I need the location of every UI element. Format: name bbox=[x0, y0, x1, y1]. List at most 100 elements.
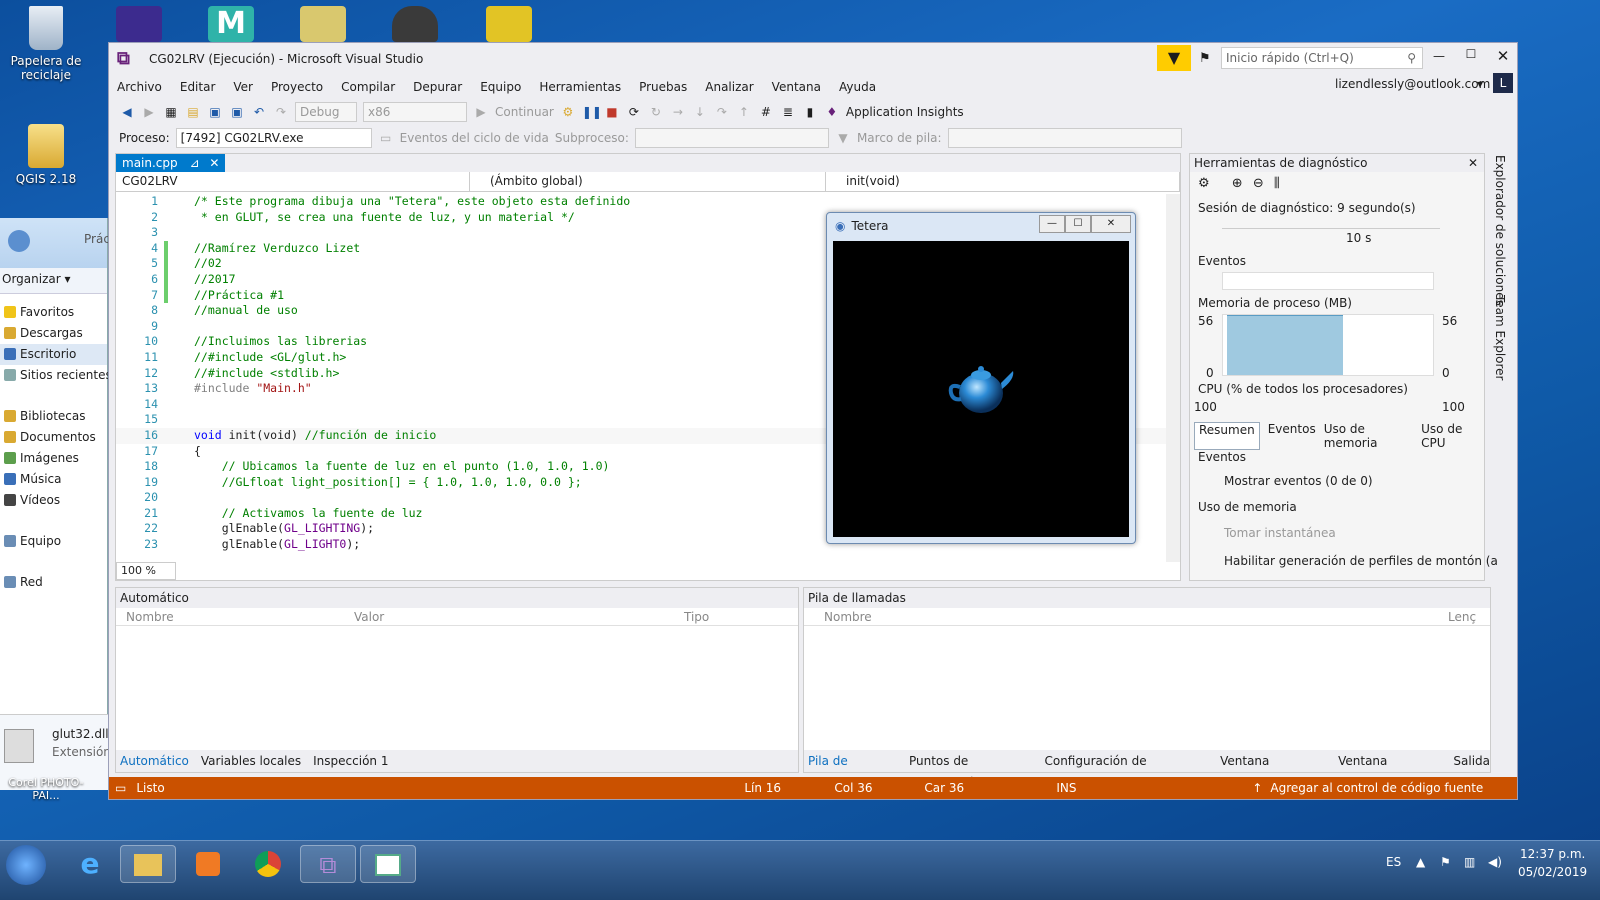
nav-item-bibliotecas[interactable]: Bibliotecas bbox=[0, 406, 107, 427]
tab-main-cpp[interactable]: main.cpp ⊿ ✕ bbox=[116, 154, 226, 172]
platform-select[interactable]: x86 bbox=[363, 102, 467, 122]
save-all-icon[interactable]: ▣ bbox=[229, 104, 245, 120]
menu-editar[interactable]: Editar bbox=[180, 80, 216, 94]
minimize-button[interactable]: — bbox=[1429, 49, 1449, 63]
menu-analizar[interactable]: Analizar bbox=[705, 80, 753, 94]
zoom-out-icon[interactable]: ⊖ bbox=[1253, 176, 1264, 191]
app-icon-partial[interactable] bbox=[486, 6, 532, 42]
back-icon[interactable]: ◀ bbox=[119, 104, 135, 120]
tab-inspeccion[interactable]: Inspección 1 bbox=[313, 750, 388, 772]
menu-ver[interactable]: Ver bbox=[233, 80, 253, 94]
maximize-button[interactable]: ☐ bbox=[1461, 47, 1481, 61]
tab-pila-llamadas[interactable]: Pila de llamadas bbox=[808, 750, 897, 790]
thread-select[interactable] bbox=[634, 128, 829, 148]
threads-icon[interactable]: ≣ bbox=[780, 104, 796, 120]
hex-icon[interactable]: # bbox=[758, 104, 774, 120]
restart-icon[interactable]: ⟳ bbox=[626, 104, 642, 120]
nav-item-equipo[interactable]: Equipo bbox=[0, 531, 107, 552]
volume-icon[interactable]: ◀) bbox=[1488, 855, 1502, 869]
open-icon[interactable]: ▤ bbox=[185, 104, 201, 120]
application-insights-button[interactable]: Application Insights bbox=[846, 105, 964, 119]
menu-proyecto[interactable]: Proyecto bbox=[271, 80, 323, 94]
close-button[interactable]: ✕ bbox=[1091, 215, 1131, 233]
menu-compilar[interactable]: Compilar bbox=[341, 80, 395, 94]
continue-button[interactable]: Continuar bbox=[495, 105, 554, 119]
quick-launch-input[interactable]: Inicio rápido (Ctrl+Q) ⚲ bbox=[1221, 47, 1423, 69]
editor-scrollbar[interactable] bbox=[1166, 194, 1180, 562]
menu-ventana[interactable]: Ventana bbox=[772, 80, 821, 94]
lifecycle-events-button[interactable]: Eventos del ciclo de vida bbox=[400, 131, 549, 145]
new-project-icon[interactable]: ▦ bbox=[163, 104, 179, 120]
app-icon-partial[interactable] bbox=[300, 6, 346, 42]
tab-ventana-comandos[interactable]: Ventana Comandos bbox=[1220, 750, 1326, 790]
col-nombre[interactable]: Nombre bbox=[824, 608, 1448, 625]
nav-item-videos[interactable]: Vídeos bbox=[0, 490, 107, 511]
menu-ayuda[interactable]: Ayuda bbox=[839, 80, 876, 94]
taskbar-internet-explorer[interactable]: e bbox=[62, 845, 118, 883]
play-icon[interactable]: ▶ bbox=[473, 104, 489, 120]
taskbar-media-player[interactable] bbox=[180, 845, 236, 883]
back-icon[interactable] bbox=[8, 230, 30, 252]
heap-profiling-checkbox[interactable]: Habilitar generación de perfiles de mont… bbox=[1224, 554, 1498, 568]
menu-archivo[interactable]: Archivo bbox=[117, 80, 162, 94]
taskbar-glut-app[interactable] bbox=[360, 845, 416, 883]
clock-time[interactable]: 12:37 p.m. bbox=[1520, 847, 1585, 861]
filter-icon[interactable]: ▼ bbox=[835, 130, 851, 146]
tab-resumen[interactable]: Resumen bbox=[1194, 422, 1260, 450]
tab-config-excepciones[interactable]: Configuración de excepciones bbox=[1044, 750, 1208, 790]
user-account[interactable]: lizendlessly@outlook.com bbox=[1335, 77, 1490, 91]
stack-frame-select[interactable] bbox=[947, 128, 1182, 148]
tab-variables-locales[interactable]: Variables locales bbox=[201, 750, 301, 772]
menu-equipo[interactable]: Equipo bbox=[480, 80, 521, 94]
col-nombre[interactable]: Nombre bbox=[126, 608, 354, 625]
pin-icon[interactable]: ⊿ bbox=[189, 156, 199, 170]
menu-pruebas[interactable]: Pruebas bbox=[639, 80, 687, 94]
step-into-icon[interactable]: ↓ bbox=[692, 104, 708, 120]
tab-ventana-inmediato[interactable]: Ventana Inmediato bbox=[1338, 750, 1441, 790]
tab-eventos[interactable]: Eventos bbox=[1268, 422, 1316, 450]
menu-depurar[interactable]: Depurar bbox=[413, 80, 462, 94]
app-icon-partial[interactable] bbox=[392, 6, 438, 42]
taskbar-visual-studio[interactable]: ⧉ bbox=[300, 845, 356, 883]
show-events-link[interactable]: Mostrar eventos (0 de 0) bbox=[1224, 474, 1373, 488]
network-icon[interactable]: ▥ bbox=[1464, 855, 1475, 869]
zoom-select[interactable]: 100 % bbox=[116, 562, 176, 580]
language-indicator[interactable]: ES bbox=[1386, 855, 1401, 869]
tray-arrow-icon[interactable]: ▲ bbox=[1416, 855, 1425, 869]
start-button[interactable] bbox=[6, 845, 46, 885]
col-valor[interactable]: Valor bbox=[354, 608, 684, 625]
organize-menu[interactable]: Organizar bbox=[0, 272, 61, 286]
opengl-canvas[interactable] bbox=[833, 241, 1129, 537]
settings-icon[interactable]: ⚙ bbox=[1198, 176, 1210, 191]
maximize-button[interactable]: ☐ bbox=[1065, 215, 1091, 233]
nav-item-musica[interactable]: Música bbox=[0, 469, 107, 490]
pause-icon[interactable]: ❚❚ bbox=[582, 104, 602, 120]
lightbulb-icon[interactable]: ♦ bbox=[824, 104, 840, 120]
breadcrumb[interactable]: Prác bbox=[84, 232, 110, 246]
taskbar-chrome[interactable] bbox=[240, 845, 296, 883]
side-tab-solution-explorer[interactable]: Explorador de soluciones bbox=[1493, 155, 1507, 306]
close-icon[interactable]: ✕ bbox=[209, 156, 219, 170]
source-control-button[interactable]: Agregar al control de código fuente bbox=[1270, 781, 1483, 795]
timeline-ruler[interactable]: 10 s bbox=[1222, 228, 1440, 248]
side-tab-team-explorer[interactable]: Team Explorer bbox=[1493, 295, 1507, 381]
redo-icon[interactable]: ↷ bbox=[273, 104, 289, 120]
menu-herramientas[interactable]: Herramientas bbox=[539, 80, 621, 94]
zoom-in-icon[interactable]: ⊕ bbox=[1232, 176, 1243, 191]
nav-item-red[interactable]: Red bbox=[0, 572, 107, 593]
desktop-icon-recycle-bin[interactable]: Papelera de reciclaje bbox=[6, 6, 86, 82]
desktop-icon-corel[interactable]: Corel PHOTO-PAI... bbox=[2, 776, 90, 802]
process-select[interactable]: [7492] CG02LRV.exe bbox=[175, 128, 372, 148]
nav-item-favoritos[interactable]: Favoritos bbox=[0, 302, 107, 323]
minimize-button[interactable]: — bbox=[1039, 215, 1065, 233]
tab-uso-memoria[interactable]: Uso de memoria bbox=[1324, 422, 1413, 450]
project-select[interactable]: CG02LRV bbox=[116, 172, 470, 191]
scope-select[interactable]: (Ámbito global) bbox=[470, 172, 826, 191]
clock-date[interactable]: 05/02/2019 bbox=[1518, 865, 1587, 879]
reset-zoom-icon[interactable]: ⫼ bbox=[1274, 176, 1280, 191]
tab-salida[interactable]: Salida bbox=[1453, 750, 1490, 772]
nav-item-sitios-recientes[interactable]: Sitios recientes bbox=[0, 365, 112, 386]
col-lenguaje[interactable]: Lenç bbox=[1448, 608, 1476, 625]
events-track[interactable] bbox=[1222, 272, 1434, 290]
save-icon[interactable]: ▣ bbox=[207, 104, 223, 120]
